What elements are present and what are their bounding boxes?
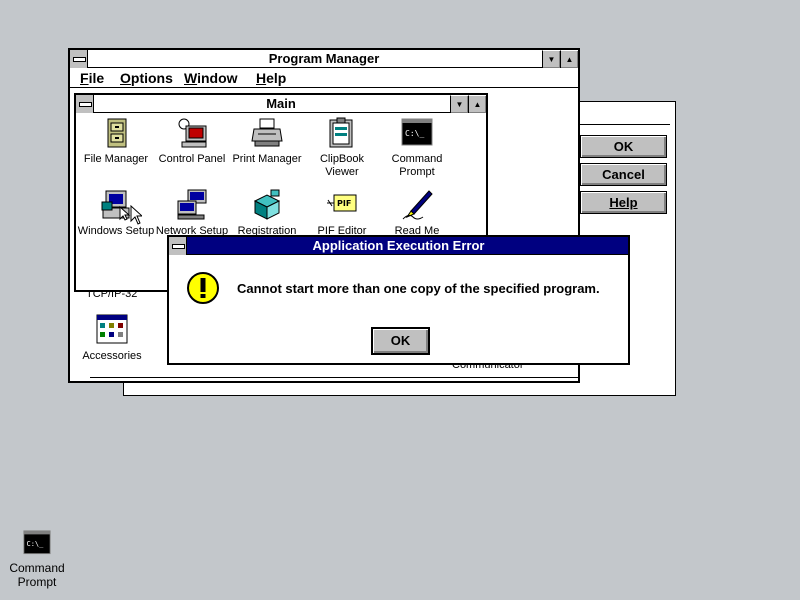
main-minimize-button[interactable]: ▼ xyxy=(450,95,468,113)
printer-icon xyxy=(251,118,283,147)
clipbook-viewer-item[interactable]: ClipBook Viewer xyxy=(302,117,382,179)
network-setup-icon xyxy=(177,189,207,220)
error-dialog[interactable]: Application Execution Error Cannot start… xyxy=(167,235,630,365)
program-manager-minimize-button[interactable]: ▼ xyxy=(542,50,560,68)
file-manager-icon xyxy=(107,118,127,148)
svg-text:C:\_: C:\_ xyxy=(405,129,424,138)
clipbook-icon xyxy=(329,117,353,148)
main-titlebar[interactable]: Main xyxy=(76,95,486,113)
command-prompt-item[interactable]: C:\_ Command Prompt xyxy=(377,117,457,179)
control-panel-icon xyxy=(178,118,207,148)
program-manager-maximize-button[interactable]: ▲ xyxy=(560,50,578,68)
exclamation-icon xyxy=(187,272,219,304)
error-ok-button[interactable]: OK xyxy=(371,327,430,355)
menu-window[interactable]: Window xyxy=(184,70,238,86)
error-dialog-system-menu[interactable] xyxy=(169,237,187,255)
desktop-command-prompt-label: Command Prompt xyxy=(9,561,65,589)
print-manager-item[interactable]: Print Manager xyxy=(227,117,307,166)
menu-options[interactable]: Options xyxy=(120,70,173,86)
menu-help[interactable]: Help xyxy=(256,70,286,86)
main-maximize-button[interactable]: ▲ xyxy=(468,95,486,113)
clipbook-viewer-label: ClipBook Viewer xyxy=(319,153,365,178)
command-prompt-icon: C:\_ xyxy=(23,530,51,555)
main-title: Main xyxy=(266,96,296,111)
mouse-pointer-icon xyxy=(130,205,142,225)
error-dialog-title: Application Execution Error xyxy=(312,238,485,253)
accessories-group-icon[interactable]: Accessories xyxy=(72,314,152,363)
read-me-icon xyxy=(402,190,433,220)
menu-file[interactable]: File xyxy=(80,70,104,86)
accessories-label: Accessories xyxy=(82,350,142,362)
program-manager-bottom-line xyxy=(90,377,578,378)
error-ok-label: OK xyxy=(390,333,411,348)
command-prompt-label: Command Prompt xyxy=(391,153,443,178)
program-manager-system-menu[interactable] xyxy=(70,50,88,68)
error-dialog-titlebar[interactable]: Application Execution Error xyxy=(169,237,628,255)
file-manager-item[interactable]: File Manager xyxy=(76,117,156,166)
windows-setup-icon xyxy=(101,190,131,221)
back-help-label: Help xyxy=(609,195,638,210)
main-system-menu[interactable] xyxy=(76,95,94,113)
file-manager-label: File Manager xyxy=(83,153,149,165)
print-manager-label: Print Manager xyxy=(232,153,302,165)
svg-text:C:\_: C:\_ xyxy=(27,540,45,548)
pif-editor-icon: PIF xyxy=(327,194,357,212)
windows-setup-label: Windows Setup xyxy=(77,225,155,237)
back-ok-button[interactable]: OK xyxy=(580,135,667,158)
svg-text:PIF: PIF xyxy=(337,199,351,208)
windows-setup-item[interactable]: Windows Setup xyxy=(76,189,156,238)
registration-editor-item[interactable]: Registration Editor xyxy=(227,189,307,239)
program-manager-title: Program Manager xyxy=(268,51,380,66)
back-help-button[interactable]: Help xyxy=(580,191,667,214)
network-setup-item[interactable]: Network Setup xyxy=(152,189,232,238)
back-cancel-button[interactable]: Cancel xyxy=(580,163,667,186)
command-prompt-icon: C:\_ xyxy=(401,118,433,146)
registry-icon xyxy=(253,189,281,220)
accessories-icon xyxy=(96,314,128,344)
program-manager-titlebar[interactable]: Program Manager xyxy=(70,50,578,68)
desktop-command-prompt[interactable]: C:\_ Command Prompt xyxy=(0,530,77,590)
control-panel-item[interactable]: Control Panel xyxy=(152,117,232,166)
control-panel-label: Control Panel xyxy=(158,153,226,165)
pif-editor-item[interactable]: PIF PIF Editor xyxy=(302,189,382,238)
background-dialog-divider xyxy=(578,124,670,125)
error-message: Cannot start more than one copy of the s… xyxy=(237,281,600,296)
program-manager-menubar: File Options Window Help xyxy=(70,69,578,88)
read-me-item[interactable]: Read Me xyxy=(377,189,457,238)
